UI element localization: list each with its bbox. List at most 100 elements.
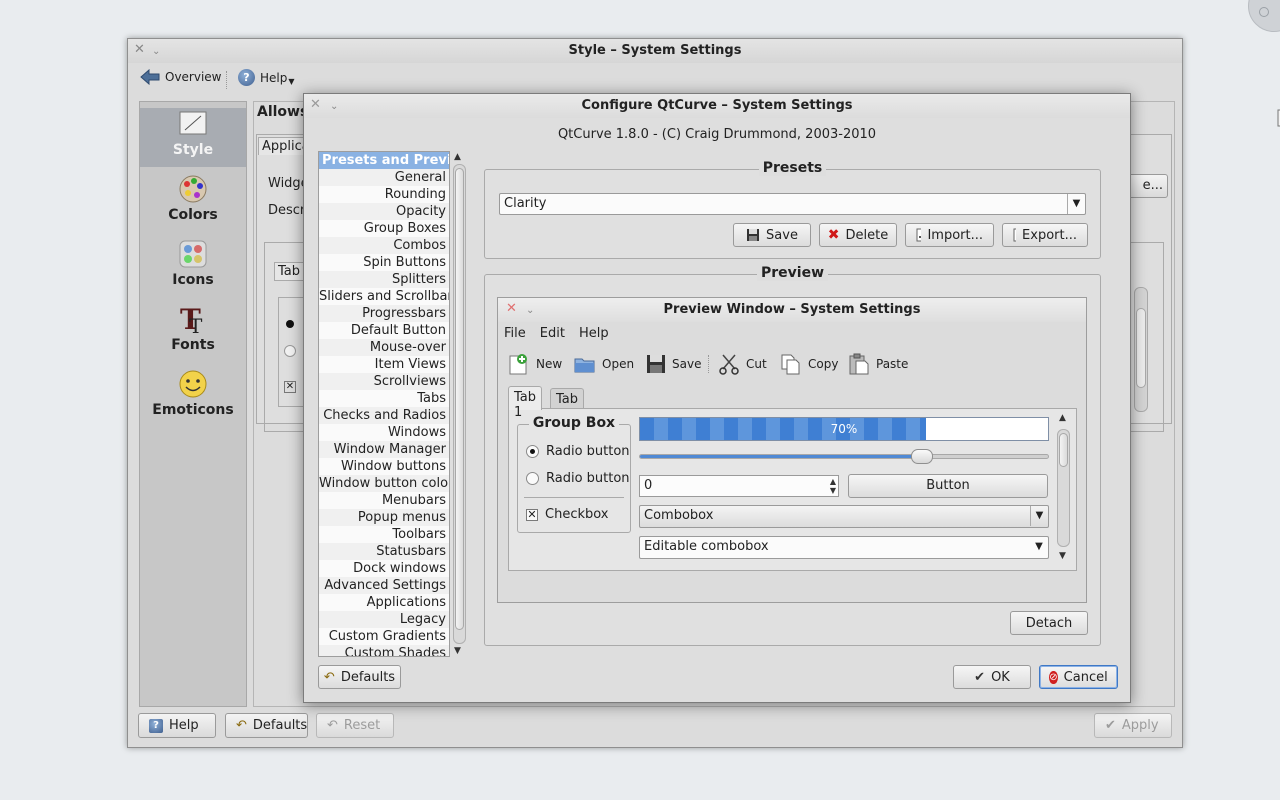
desktop-corner-widget[interactable] [1248, 0, 1280, 32]
help-button-label: Help [169, 718, 199, 733]
category-item[interactable]: Window buttons [319, 458, 449, 475]
sidebar-item-icons[interactable]: Icons [140, 238, 246, 297]
category-item[interactable]: Rounding [319, 186, 449, 203]
tool-save[interactable]: Save [646, 352, 701, 376]
category-item[interactable]: Popup menus [319, 509, 449, 526]
category-item[interactable]: Mouse-over [319, 339, 449, 356]
group-box-title: Group Box [518, 415, 630, 431]
tool-new-label: New [536, 357, 563, 371]
category-item[interactable]: Window button colors [319, 475, 449, 492]
delete-preset-button[interactable]: ✖ Delete [819, 223, 897, 247]
radio-button-1[interactable]: Radio button [526, 444, 630, 459]
category-item[interactable]: Group Boxes [319, 220, 449, 237]
category-item[interactable]: Toolbars [319, 526, 449, 543]
category-item[interactable]: Spin Buttons [319, 254, 449, 271]
spin-up-icon[interactable]: ▲ [830, 477, 836, 486]
editable-combobox-value: Editable combobox [644, 539, 769, 554]
slider[interactable] [639, 449, 1049, 464]
preview-button[interactable]: Button [848, 474, 1048, 498]
defaults-button[interactable]: ↶ Defaults [225, 713, 308, 738]
reset-icon: ↶ [327, 718, 338, 733]
category-item[interactable]: General [319, 169, 449, 186]
back-scrollbar[interactable] [1134, 287, 1148, 412]
sidebar-item-emoticons[interactable]: Emoticons [140, 368, 246, 427]
preview-scrollbar[interactable] [1057, 429, 1070, 547]
tool-paste[interactable]: Paste [848, 352, 908, 376]
import-icon [916, 228, 922, 242]
detach-button[interactable]: Detach [1010, 611, 1088, 635]
slider-handle[interactable] [910, 449, 933, 464]
export-preset-button[interactable]: Export... [1002, 223, 1088, 247]
scroll-up-icon[interactable]: ▲ [1059, 413, 1066, 423]
category-list[interactable]: Presets and PreviewGeneralRoundingOpacit… [318, 151, 450, 657]
category-item[interactable]: Statusbars [319, 543, 449, 560]
scroll-down-icon[interactable]: ▼ [1059, 551, 1066, 561]
category-item[interactable]: Tabs [319, 390, 449, 407]
export-icon [1013, 228, 1017, 242]
save-preset-button[interactable]: Save [733, 223, 811, 247]
radio-empty [284, 345, 296, 357]
menu-file[interactable]: File [504, 326, 526, 341]
scroll-up-icon[interactable]: ▲ [454, 152, 461, 162]
category-item[interactable]: Custom Gradients [319, 628, 449, 645]
category-item[interactable]: Custom Shades [319, 645, 449, 656]
category-item[interactable]: Scrollviews [319, 373, 449, 390]
spin-box[interactable]: 0 ▲ ▼ [639, 475, 839, 497]
ok-button[interactable]: ✔ OK [953, 665, 1031, 689]
sidebar-item-fonts[interactable]: TT Fonts [140, 303, 246, 362]
editable-combobox[interactable]: Editable combobox ▼ [639, 536, 1049, 559]
scroll-down-icon[interactable]: ▼ [454, 646, 461, 656]
category-item[interactable]: Default Button [319, 322, 449, 339]
radio-button-2[interactable]: Radio button [526, 471, 630, 486]
category-item[interactable]: Windows [319, 424, 449, 441]
tool-new[interactable]: New [508, 352, 562, 376]
scrollbar-thumb[interactable] [455, 168, 464, 630]
category-item[interactable]: Sliders and Scrollbars [319, 288, 449, 305]
category-item[interactable]: Applications [319, 594, 449, 611]
sidebar-item-style[interactable]: Style [140, 108, 246, 167]
preview-combobox[interactable]: Combobox ▼ [639, 505, 1049, 528]
back-arrow-icon [140, 69, 160, 85]
overview-button[interactable]: Overview [140, 69, 222, 85]
spin-down-icon[interactable]: ▼ [830, 486, 836, 495]
cancel-button[interactable]: ⊘ Cancel [1039, 665, 1118, 689]
help-button[interactable]: ? Help [138, 713, 216, 738]
checkbox-checked-icon: ✕ [526, 507, 538, 521]
import-preset-button[interactable]: Import... [905, 223, 994, 247]
category-item[interactable]: Opacity [319, 203, 449, 220]
category-item[interactable]: Combos [319, 237, 449, 254]
category-item[interactable]: Splitters [319, 271, 449, 288]
scrollbar-thumb[interactable] [1059, 433, 1068, 467]
tool-save-label: Save [672, 357, 702, 371]
category-item[interactable]: Dock windows [319, 560, 449, 577]
category-item[interactable]: Menubars [319, 492, 449, 509]
help-menu-button[interactable]: ? Help ▼ [238, 69, 295, 86]
preset-combobox[interactable]: Clarity ▼ [499, 193, 1086, 215]
category-scrollbar[interactable] [453, 164, 466, 644]
dropdown-arrow-icon: ▼ [288, 77, 295, 86]
tab-1[interactable]: Tab 1 [508, 386, 543, 420]
category-item[interactable]: Window Manager [319, 441, 449, 458]
category-item[interactable]: Progressbars [319, 305, 449, 322]
category-item[interactable]: Legacy [319, 611, 449, 628]
tool-open[interactable]: Open [574, 352, 634, 376]
category-item[interactable]: Item Views [319, 356, 449, 373]
category-item[interactable]: Advanced Settings [319, 577, 449, 594]
category-item[interactable]: Presets and Preview [319, 152, 449, 169]
overview-label: Overview [165, 70, 222, 84]
tool-cut[interactable]: Cut [718, 352, 767, 376]
category-item[interactable]: Checks and Radios [319, 407, 449, 424]
defaults-button[interactable]: ↶ Defaults [318, 665, 401, 689]
reset-button[interactable]: ↶ Reset [316, 713, 394, 738]
checkbox[interactable]: ✕ Checkbox [526, 507, 609, 522]
sidebar-item-colors[interactable]: Colors [140, 173, 246, 232]
back-toolbar: Overview ? Help ▼ [128, 63, 1182, 93]
tab-2[interactable]: Tab 2 [550, 388, 585, 422]
menu-edit[interactable]: Edit [540, 326, 565, 341]
tool-copy[interactable]: Copy [780, 352, 838, 376]
reset-button-label: Reset [343, 718, 381, 733]
radio-1-label: Radio button [546, 444, 630, 459]
apply-button[interactable]: ✔ Apply [1094, 713, 1172, 738]
sidebar-item-label: Style [172, 142, 214, 158]
menu-help[interactable]: Help [579, 326, 609, 341]
